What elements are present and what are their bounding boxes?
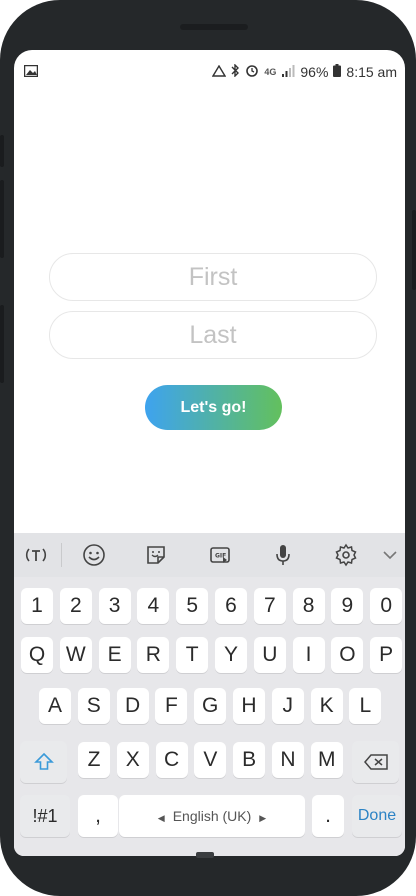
emoji-icon[interactable]	[78, 539, 110, 571]
period-key[interactable]: .	[312, 795, 344, 837]
key-b[interactable]: B	[233, 742, 266, 778]
key-o[interactable]: O	[331, 637, 364, 673]
key-y[interactable]: Y	[215, 637, 247, 673]
done-key[interactable]: Done	[352, 795, 402, 837]
image-icon	[23, 64, 39, 80]
key-w[interactable]: W	[59, 637, 92, 673]
comma-key[interactable]: ,	[78, 795, 118, 837]
key-7[interactable]: 7	[253, 588, 286, 624]
home-indicator	[196, 852, 214, 858]
key-9[interactable]: 9	[331, 588, 364, 624]
text-mode-icon[interactable]	[20, 539, 52, 571]
clock: 8:15 am	[346, 64, 397, 80]
settings-icon[interactable]	[330, 539, 362, 571]
key-1[interactable]: 1	[21, 588, 53, 624]
key-u[interactable]: U	[253, 637, 286, 673]
lets-go-button[interactable]: Let's go!	[145, 385, 282, 430]
key-8[interactable]: 8	[292, 588, 325, 624]
key-m[interactable]: M	[310, 742, 343, 778]
volume-up-button	[0, 135, 4, 167]
mic-icon[interactable]	[267, 539, 299, 571]
key-i[interactable]: I	[292, 637, 325, 673]
backspace-key[interactable]	[352, 741, 399, 783]
status-bar: 4G 96% 8:15 am	[14, 50, 405, 90]
key-t[interactable]: T	[176, 637, 209, 673]
screen: 4G 96% 8:15 am First Last Let's go! GIF …	[14, 50, 405, 856]
key-j[interactable]: J	[271, 688, 304, 724]
volume-down-button	[0, 180, 4, 258]
key-x[interactable]: X	[116, 742, 149, 778]
signal-icon	[281, 64, 295, 80]
gif-icon[interactable]: GIF	[204, 539, 236, 571]
key-k[interactable]: K	[310, 688, 343, 724]
last-name-input[interactable]: Last	[49, 311, 377, 359]
sticker-icon[interactable]	[140, 539, 172, 571]
chevron-down-icon[interactable]	[374, 539, 405, 571]
phone-frame: 4G 96% 8:15 am First Last Let's go! GIF …	[0, 0, 416, 896]
key-0[interactable]: 0	[370, 588, 403, 624]
sync-icon	[212, 64, 227, 80]
battery-percent: 96%	[300, 64, 329, 80]
symbols-key[interactable]: !#1	[20, 795, 70, 837]
earpiece-speaker	[180, 24, 248, 30]
key-h[interactable]: H	[233, 688, 265, 724]
key-2[interactable]: 2	[59, 588, 92, 624]
key-q[interactable]: Q	[21, 637, 53, 673]
key-d[interactable]: D	[116, 688, 149, 724]
space-right-arrow-icon: ▶	[259, 813, 267, 823]
space-label: English (UK)	[172, 808, 252, 824]
alarm-icon	[245, 64, 259, 80]
key-v[interactable]: V	[194, 742, 227, 778]
key-l[interactable]: L	[349, 688, 382, 724]
key-6[interactable]: 6	[215, 588, 247, 624]
key-e[interactable]: E	[98, 637, 131, 673]
power-button	[412, 210, 416, 290]
keyboard: GIF 1234567890 QWERTYUIOP ASDFGHJKL ZXCV…	[14, 533, 405, 856]
shift-arrow-icon	[33, 752, 54, 770]
space-left-arrow-icon: ◀	[157, 813, 165, 823]
backspace-icon	[363, 754, 388, 770]
key-n[interactable]: N	[272, 742, 304, 778]
key-g[interactable]: G	[194, 688, 227, 724]
network-type: 4G	[264, 67, 277, 77]
key-s[interactable]: S	[77, 688, 110, 724]
toolbar-divider	[61, 543, 62, 567]
keyboard-toolbar: GIF	[14, 533, 405, 577]
bluetooth-icon	[231, 63, 240, 80]
status-icons: 4G 96% 8:15 am	[212, 63, 397, 80]
key-p[interactable]: P	[370, 637, 403, 673]
key-f[interactable]: F	[155, 688, 188, 724]
key-4[interactable]: 4	[137, 588, 170, 624]
key-z[interactable]: Z	[78, 742, 110, 778]
key-c[interactable]: C	[155, 742, 188, 778]
key-a[interactable]: A	[39, 688, 71, 724]
shift-key[interactable]	[20, 741, 67, 783]
key-5[interactable]: 5	[176, 588, 209, 624]
key-r[interactable]: R	[137, 637, 170, 673]
battery-icon	[333, 64, 342, 80]
bixby-button	[0, 305, 4, 383]
key-3[interactable]: 3	[98, 588, 131, 624]
space-key[interactable]: ◀ English (UK) ▶	[119, 795, 305, 837]
first-name-input[interactable]: First	[49, 253, 377, 301]
